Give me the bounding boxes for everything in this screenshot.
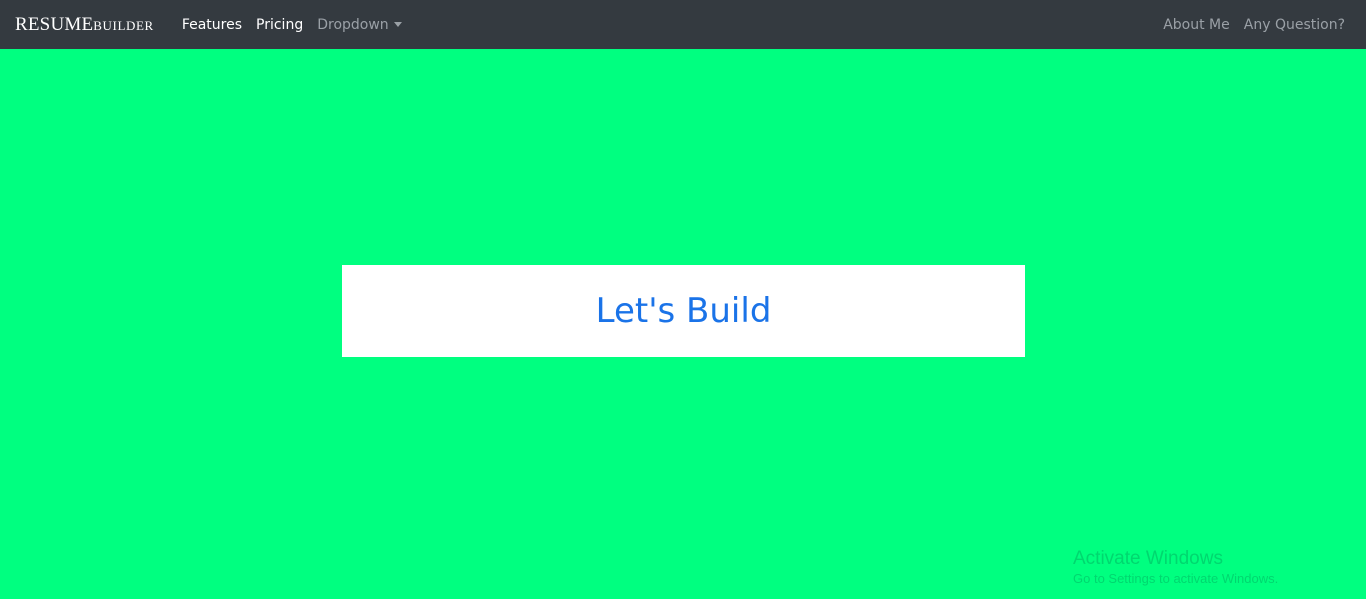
nav-link-any-question[interactable]: Any Question?: [1237, 17, 1352, 33]
nav-item-features: Features: [175, 17, 249, 33]
nav-link-pricing[interactable]: Pricing: [249, 17, 310, 33]
nav-left: Features Pricing Dropdown: [175, 17, 409, 33]
dropdown-label: Dropdown: [317, 16, 389, 33]
watermark-title: Activate Windows: [1073, 548, 1223, 569]
nav-item-any-question: Any Question?: [1237, 17, 1352, 33]
nav-link-features[interactable]: Features: [175, 17, 249, 33]
nav-item-dropdown: Dropdown: [310, 17, 408, 33]
hero-title: Let's Build: [595, 291, 772, 331]
caret-down-icon: [393, 22, 402, 27]
navbar: RESUMEbuilder Features Pricing Dropdown …: [0, 0, 1366, 49]
nav-link-dropdown[interactable]: Dropdown: [310, 17, 408, 33]
brand-main-text: RESUME: [15, 13, 94, 35]
brand-logo[interactable]: RESUMEbuilder: [15, 14, 154, 36]
brand-small-text: builder: [93, 13, 154, 34]
nav-link-about-me[interactable]: About Me: [1156, 17, 1237, 33]
nav-item-about-me: About Me: [1156, 17, 1237, 33]
watermark-subtitle: Go to Settings to activate Windows.: [1073, 571, 1279, 586]
hero-banner: Let's Build: [342, 265, 1025, 357]
page: RESUMEbuilder Features Pricing Dropdown …: [0, 0, 1366, 599]
nav-item-pricing: Pricing: [249, 17, 310, 33]
activate-windows-watermark: Activate Windows Go to Settings to activ…: [1073, 548, 1278, 588]
nav-right: About Me Any Question?: [1156, 17, 1352, 33]
